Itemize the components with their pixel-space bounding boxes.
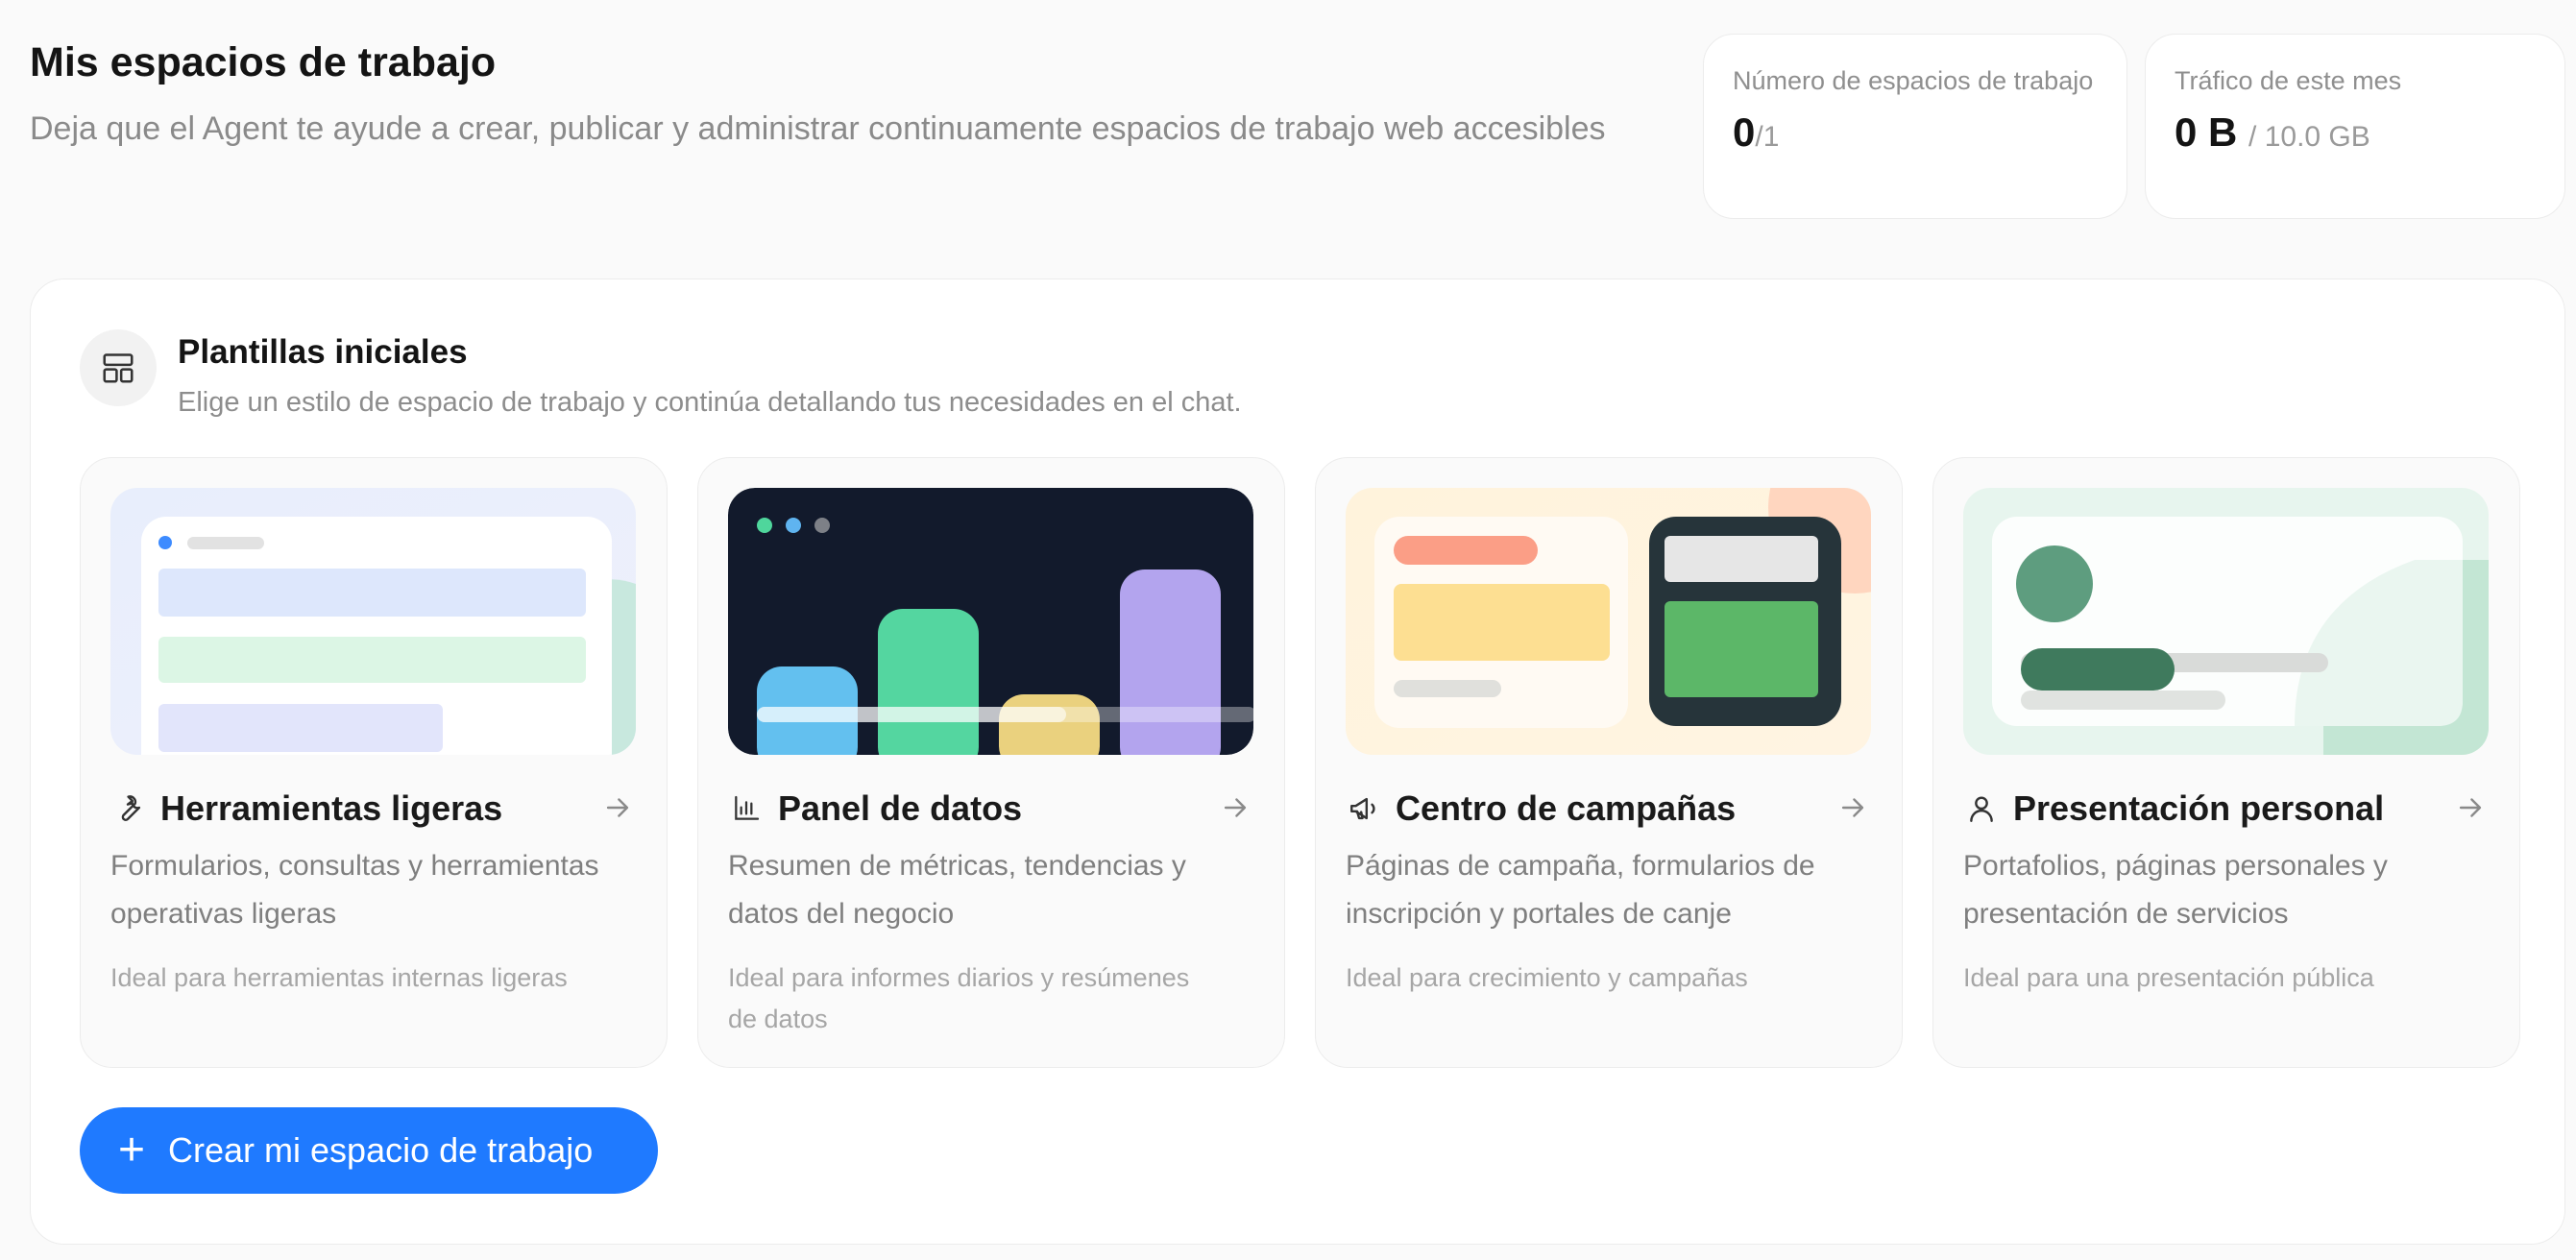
bar-chart-icon <box>728 790 765 827</box>
templates-header: Plantillas iniciales Elige un estilo de … <box>80 329 1242 424</box>
template-card-personal[interactable]: Presentación personal Portafolios, págin… <box>1932 457 2520 1068</box>
arrow-right-icon <box>601 791 636 826</box>
workspace-count-card: Número de espacios de trabajo 0/1 <box>1703 34 2127 219</box>
traffic-number: 0 B <box>2175 109 2238 155</box>
card-description: Resumen de métricas, tendencias y datos … <box>728 850 1186 930</box>
traffic-limit: / 10.0 GB <box>2248 121 2370 153</box>
traffic-value: 0 B / 10.0 GB <box>2175 109 2536 161</box>
templates-title: Plantillas iniciales <box>178 333 468 371</box>
arrow-right-icon <box>1219 791 1253 826</box>
workspace-count-number: 0 <box>1733 109 1756 155</box>
workspace-count-label: Número de espacios de trabajo <box>1733 66 2094 95</box>
arrow-right-icon <box>2454 791 2489 826</box>
templates-panel: Plantillas iniciales Elige un estilo de … <box>30 279 2565 1245</box>
template-card-tools[interactable]: Herramientas ligeras Formularios, consul… <box>80 457 668 1068</box>
page-subtitle: Deja que el Agent te ayude a crear, publ… <box>30 110 1606 147</box>
template-cards: Herramientas ligeras Formularios, consul… <box>80 457 2520 1068</box>
plus-icon: + <box>118 1125 146 1175</box>
personal-thumbnail <box>1963 488 2489 755</box>
dashboard-thumbnail <box>728 488 1253 755</box>
megaphone-icon <box>1346 790 1382 827</box>
card-title: Presentación personal <box>2013 788 2385 828</box>
workspace-count-limit: /1 <box>1755 121 1780 153</box>
card-ideal-for: Ideal para informes diarios y resúmenes … <box>728 963 1190 1033</box>
arrow-right-icon <box>1836 791 1871 826</box>
templates-subtitle: Elige un estilo de espacio de trabajo y … <box>178 387 1242 418</box>
user-icon <box>1963 790 2000 827</box>
card-ideal-for: Ideal para crecimiento y campañas <box>1346 963 1748 992</box>
workspaces-page: Mis espacios de trabajo Deja que el Agen… <box>0 0 2576 1260</box>
card-title: Panel de datos <box>778 788 1023 828</box>
card-description: Formularios, consultas y herramientas op… <box>110 850 599 930</box>
layout-icon <box>80 329 157 406</box>
traffic-card: Tráfico de este mes 0 B / 10.0 GB <box>2145 34 2565 219</box>
create-workspace-label: Crear mi espacio de trabajo <box>168 1130 594 1170</box>
wrench-icon <box>110 790 147 827</box>
card-ideal-for: Ideal para una presentación pública <box>1963 963 2374 992</box>
page-title: Mis espacios de trabajo <box>30 39 497 85</box>
template-card-dashboard[interactable]: Panel de datos Resumen de métricas, tend… <box>697 457 1285 1068</box>
create-workspace-button[interactable]: + Crear mi espacio de trabajo <box>80 1107 658 1194</box>
card-description: Páginas de campaña, formularios de inscr… <box>1346 850 1815 930</box>
template-card-campaigns[interactable]: Centro de campañas Páginas de campaña, f… <box>1315 457 1903 1068</box>
tools-thumbnail <box>110 488 636 755</box>
card-title: Centro de campañas <box>1396 788 1737 828</box>
card-ideal-for: Ideal para herramientas internas ligeras <box>110 963 568 992</box>
card-title: Herramientas ligeras <box>160 788 503 828</box>
traffic-label: Tráfico de este mes <box>2175 66 2402 95</box>
campaigns-thumbnail <box>1346 488 1871 755</box>
card-description: Portafolios, páginas personales y presen… <box>1963 850 2388 930</box>
workspace-count-value: 0/1 <box>1733 109 2098 161</box>
page-header: Mis espacios de trabajo Deja que el Agen… <box>30 35 1663 158</box>
